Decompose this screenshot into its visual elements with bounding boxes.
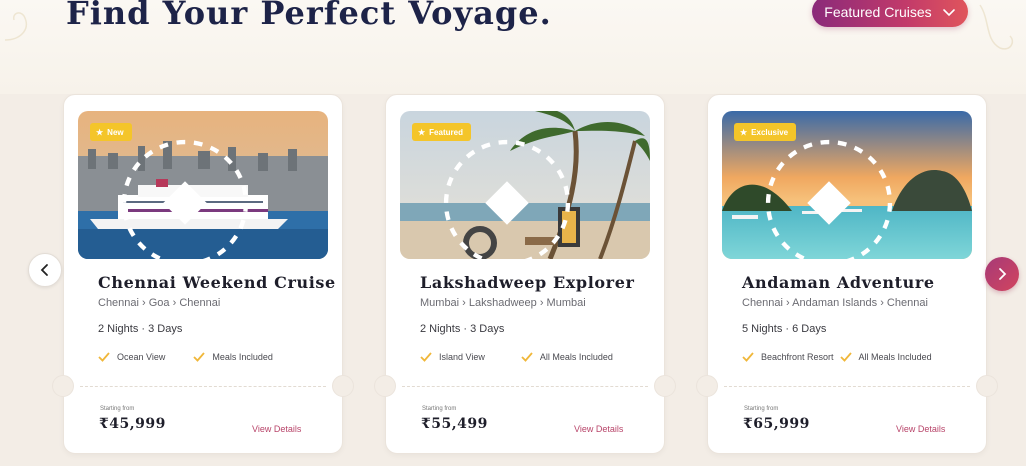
price: ₹45,999	[99, 416, 166, 432]
swirl-decoration-right	[979, 4, 1014, 50]
view-details-link[interactable]: View Details	[252, 424, 301, 434]
view-details-link[interactable]: View Details	[896, 424, 945, 434]
feature-item: Meals Included	[193, 352, 273, 362]
price-label: Starting from	[422, 406, 457, 412]
ticket-divider	[402, 386, 648, 387]
carousel-prev-button[interactable]	[28, 253, 62, 287]
price-label: Starting from	[744, 406, 779, 412]
duration: 5 Nights · 6 Days	[742, 323, 827, 335]
cruise-image: ★ New	[78, 111, 328, 259]
cruise-card[interactable]: ★ New Chennai Weekend Cruise Chennai › G…	[52, 94, 354, 454]
features-list: Ocean View Meals Included	[98, 352, 273, 362]
check-icon	[193, 352, 206, 362]
brand-seal-logo	[121, 139, 249, 259]
chevron-left-icon	[40, 264, 48, 276]
ticket-notch	[696, 375, 718, 397]
ticket-notch	[52, 375, 74, 397]
carousel-next-button[interactable]	[985, 257, 1019, 291]
cruise-image: ★ Featured	[400, 111, 650, 259]
page-title: Find Your Perfect Voyage.	[66, 0, 552, 32]
check-icon	[742, 352, 754, 362]
check-icon	[420, 352, 432, 362]
check-icon	[521, 352, 533, 362]
chevron-down-icon	[942, 8, 955, 16]
feature-item: Ocean View	[98, 352, 165, 362]
check-icon	[98, 352, 110, 362]
ticket-notch	[374, 375, 396, 397]
route: Mumbai › Lakshadweep › Mumbai	[420, 297, 586, 309]
swirl-decoration-left	[4, 12, 27, 41]
ticket-notch	[332, 375, 354, 397]
cruise-card[interactable]: ★ Exclusive Andaman Adventure Chennai › …	[696, 94, 998, 454]
feature-item: All Meals Included	[521, 352, 613, 362]
route: Chennai › Goa › Chennai	[98, 297, 221, 309]
cruise-card[interactable]: ★ Featured Lakshadweep Explorer Mumbai ›…	[374, 94, 676, 454]
price-label: Starting from	[100, 406, 135, 412]
route: Chennai › Andaman Islands › Chennai	[742, 297, 928, 309]
features-list: Island View All Meals Included	[420, 352, 613, 362]
featured-cruises-dropdown[interactable]: Featured Cruises	[812, 0, 968, 27]
brand-seal-logo	[765, 139, 893, 259]
features-list: Beachfront Resort All Meals Included	[742, 352, 932, 362]
duration: 2 Nights · 3 Days	[98, 323, 183, 335]
chevron-right-icon	[999, 268, 1007, 280]
feature-item: All Meals Included	[839, 352, 932, 362]
ticket-notch	[976, 375, 998, 397]
card-title: Andaman Adventure	[742, 273, 935, 292]
ticket-notch	[654, 375, 676, 397]
price: ₹65,999	[743, 416, 810, 432]
card-title: Chennai Weekend Cruise	[98, 273, 336, 292]
cruise-image: ★ Exclusive	[722, 111, 972, 259]
duration: 2 Nights · 3 Days	[420, 323, 505, 335]
view-details-link[interactable]: View Details	[574, 424, 623, 434]
price: ₹55,499	[421, 416, 488, 432]
card-title: Lakshadweep Explorer	[420, 273, 635, 292]
check-icon	[839, 352, 852, 362]
filter-label: Featured Cruises	[824, 3, 932, 20]
ticket-divider	[80, 386, 326, 387]
feature-item: Beachfront Resort	[742, 352, 834, 362]
feature-item: Island View	[420, 352, 485, 362]
brand-seal-logo	[443, 139, 571, 259]
ticket-divider	[724, 386, 970, 387]
